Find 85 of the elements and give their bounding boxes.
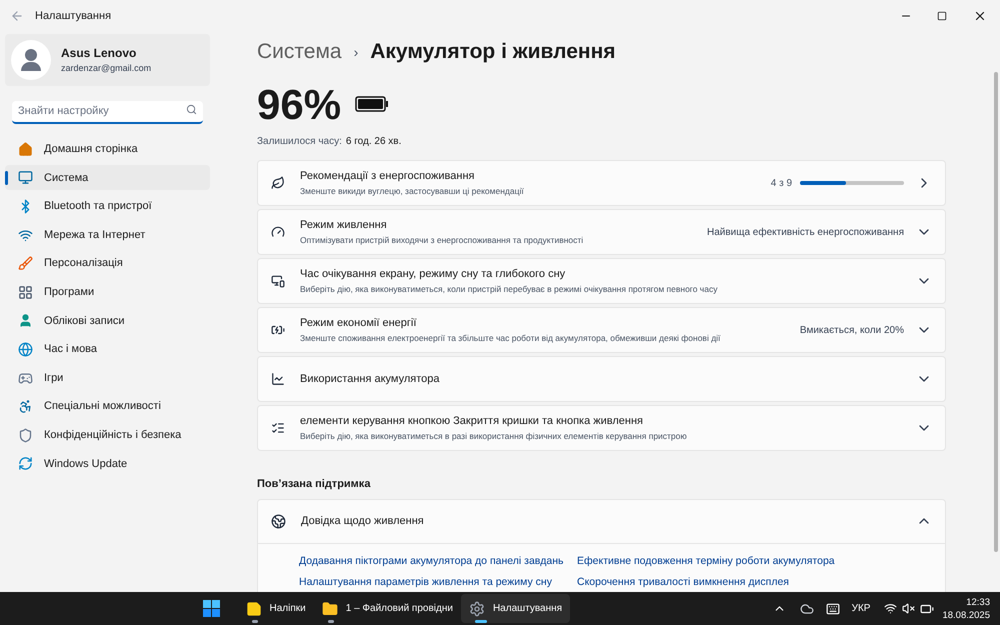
help-link[interactable]: Налаштування параметрів живлення та режиму сну (299, 575, 577, 591)
progress-label: 4 з 9 (770, 176, 792, 190)
clock-date[interactable]: 18.08.2025 (942, 608, 990, 622)
breadcrumb-parent[interactable]: Система (257, 36, 342, 68)
muted-speaker-icon[interactable] (902, 602, 916, 615)
sidebar-item[interactable]: Конфіденційність і безпека (5, 422, 210, 448)
setting-title: елементи керування кнопкою Закриття кришки та кнопка живлення (300, 414, 644, 430)
setting-value: Вмикається, коли 20% (800, 324, 904, 338)
update-icon (18, 456, 33, 472)
setting-title: Режим живлення (300, 218, 388, 234)
sidebar-item[interactable]: Домашня сторінка (5, 136, 210, 162)
brush-icon (18, 256, 33, 272)
setting-card[interactable]: елементи керування кнопкою Закриття кришки та кнопка живлення Виберіть дію, яка виконуватиметься в разі використання фізичних елементів керування пристрою (257, 405, 946, 451)
sidebar-item[interactable]: Час і мова (5, 336, 210, 362)
apps-grid-icon (18, 284, 33, 300)
setting-description: Зменште споживання електроенергії та збільште час роботи від акумулятора, обмеживши деякі фонові дії (300, 332, 722, 345)
taskbar-app[interactable]: 1 – Файловий провідни (314, 594, 461, 623)
help-link[interactable]: Скорочення тривалості вимкнення дисплея (577, 575, 945, 591)
setting-value: Найвища ефективність енергоспоживання (706, 226, 904, 240)
setting-title: Режим економії енергії (300, 316, 418, 332)
wifi-icon (18, 228, 33, 243)
screen-sleep-icon (271, 274, 285, 288)
avatar-icon (11, 40, 51, 80)
sidebar-item[interactable]: Система (5, 165, 210, 190)
list-icon (271, 421, 285, 435)
language-indicator[interactable]: УКР (852, 601, 870, 616)
maximize-icon (937, 11, 947, 21)
setting-card[interactable]: Час очікування екрану, режиму сну та глибокого сну Виберіть дію, яка виконуватиметься, коли пристрій перебуває в режимі очікування протягом певного часу (257, 258, 946, 304)
breadcrumb-separator: › (354, 42, 358, 62)
setting-description: Виберіть дію, яка виконуватиметься в разі використання фізичних елементів керування пристрою (300, 430, 688, 443)
setting-description: Зменште викиди вуглецю, застосувавши ці рекомендації (300, 184, 525, 198)
battery-icon (355, 96, 390, 112)
window-title: Налаштування (35, 8, 112, 24)
account-name: Asus Lenovo (61, 45, 138, 62)
sidebar-item[interactable]: Програми (5, 280, 210, 305)
taskbar-app[interactable]: Наліпки (238, 594, 314, 623)
shield-icon (18, 428, 33, 443)
setting-card[interactable]: Режим економії енергії Зменште споживання електроенергії та збільште час роботи від акумулятора, обмеживши деякі фонові дії Вмикається, коли 20% (257, 307, 946, 353)
help-link[interactable]: Додавання піктограми акумулятора до панелі завдань (299, 554, 577, 570)
battery-saver-icon (271, 323, 285, 337)
accessibility-icon (18, 399, 33, 414)
section-heading: Пов’язана підтримка (257, 477, 372, 492)
help-card-header[interactable]: Довідка щодо живлення (258, 500, 945, 544)
sidebar-item[interactable]: Облікові записи (5, 308, 210, 334)
sticky-note-icon (246, 600, 262, 616)
clock-time[interactable]: 12:33 (966, 596, 990, 608)
person-icon (18, 313, 33, 328)
taskbar-app[interactable]: Налаштування (460, 594, 570, 623)
line-chart-icon (271, 372, 285, 386)
leaf-icon (271, 176, 285, 190)
folder-icon (322, 600, 338, 616)
keyboard-icon[interactable] (826, 602, 840, 616)
search-icon (186, 104, 197, 115)
close-icon (973, 9, 987, 23)
gauge-icon (271, 225, 285, 239)
sidebar-item[interactable]: Windows Update (5, 451, 210, 476)
setting-title: Використання акумулятора (300, 372, 441, 387)
sidebar-item[interactable]: Персоналізація (5, 251, 210, 276)
remaining-label: Залишилося часу: (257, 135, 342, 149)
search-field[interactable]: Знайти настройку (12, 100, 203, 124)
account-email: zardenzar@gmail.com (61, 62, 152, 76)
gear-icon (468, 600, 485, 616)
globe-clock-icon (18, 342, 33, 357)
home-icon (18, 142, 33, 157)
setting-card[interactable]: Використання акумулятора (257, 356, 946, 402)
setting-card[interactable]: Рекомендації з енергоспоживання Зменште викиди вуглецю, застосувавши ці рекомендації 4 з 9 (257, 160, 946, 206)
setting-card[interactable]: Режим живлення Оптимізувати пристрій виходячи з енергоспоживання та продуктивності Найвища ефективність енергоспоживання (257, 209, 946, 255)
globe-icon (271, 514, 286, 528)
sidebar-item[interactable]: Спеціальні можливості (5, 394, 210, 420)
sidebar-item[interactable]: Мережа та Інтернет (5, 222, 210, 248)
sidebar-item[interactable]: Bluetooth та пристрої (5, 194, 210, 219)
remaining-value: 6 год. 26 хв. (346, 135, 402, 149)
cloud-icon[interactable] (800, 602, 814, 616)
setting-description: Виберіть дію, яка виконуватиметься, коли пристрій перебуває в режимі очікування протягом певного часу (300, 282, 718, 296)
setting-description: Оптимізувати пристрій виходячи з енергоспоживання та продуктивності (300, 234, 584, 247)
page-title: Акумулятор і живлення (370, 39, 616, 66)
sidebar-item[interactable]: Ігри (5, 366, 210, 391)
setting-title: Рекомендації з енергоспоживання (300, 169, 476, 184)
account-card[interactable]: Asus Lenovo zardenzar@gmail.com (5, 34, 210, 86)
help-link[interactable]: Ефективне подовження терміну роботи акумулятора (577, 554, 945, 570)
start-icon[interactable] (202, 600, 220, 617)
battery-percent: 96% (257, 80, 342, 130)
setting-title: Час очікування екрану, режиму сну та глибокого сну (300, 267, 566, 282)
gamepad-icon (18, 370, 33, 386)
monitor-icon (18, 170, 33, 186)
